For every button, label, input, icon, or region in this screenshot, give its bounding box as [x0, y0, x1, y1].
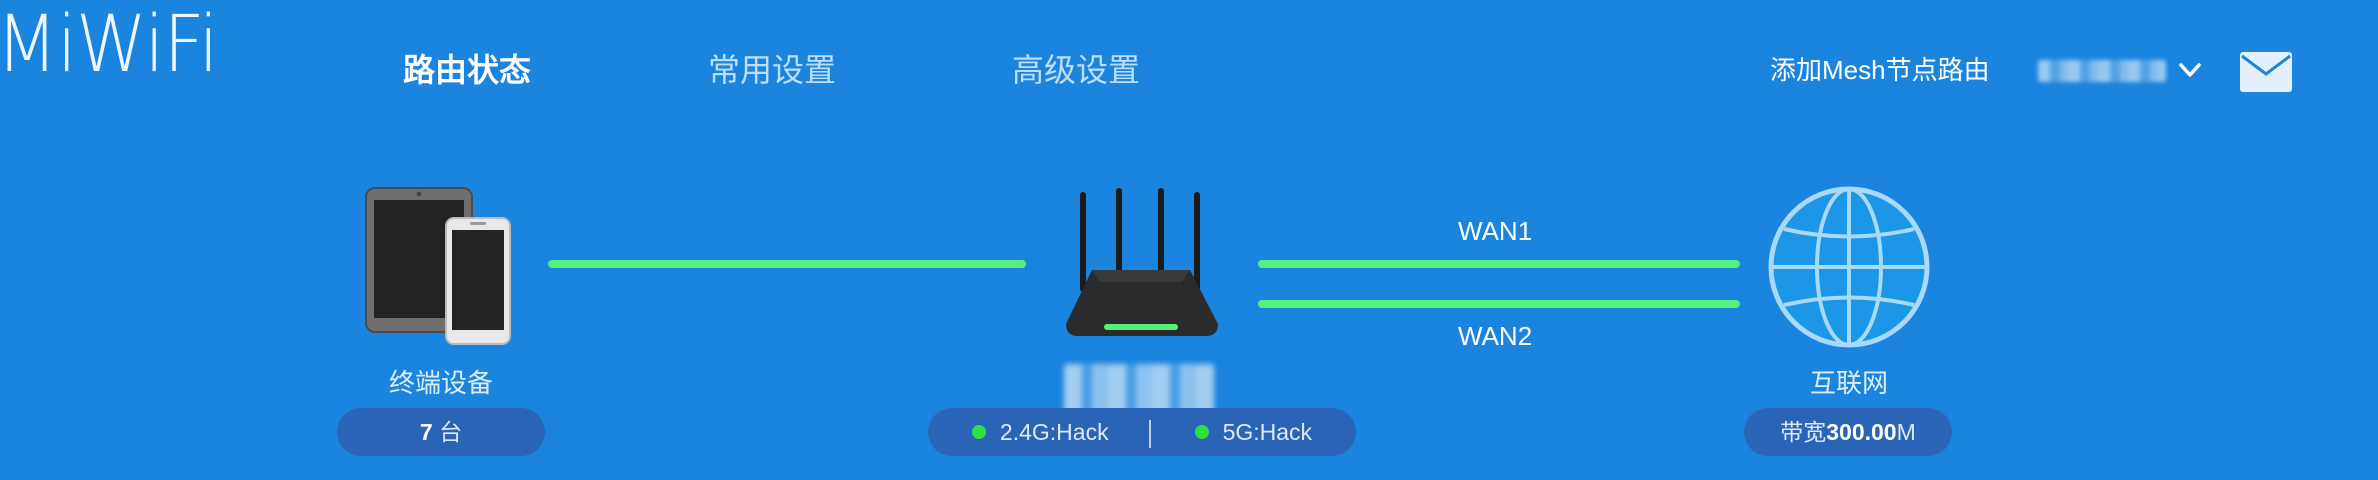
tab-common-settings[interactable]: 常用设置 — [708, 50, 836, 90]
wan2-label: WAN2 — [1458, 321, 1533, 351]
client-devices-icon[interactable] — [364, 184, 514, 346]
client-devices-label: 终端设备 — [388, 368, 493, 398]
client-link-line — [548, 260, 1026, 268]
wifi-5g-label: 5G:Hack — [1222, 419, 1313, 445]
router-name-blurred — [1064, 364, 1214, 414]
bandwidth-unit: M — [1896, 419, 1916, 445]
globe-icon[interactable] — [1766, 184, 1932, 350]
client-count-badge[interactable]: 7 台 — [337, 408, 545, 456]
client-count-unit: 台 — [439, 419, 463, 445]
add-mesh-node-link[interactable]: 添加Mesh节点路由 — [1770, 52, 1990, 88]
router-icon[interactable] — [1058, 186, 1224, 344]
tab-router-status[interactable]: 路由状态 — [403, 50, 531, 90]
internet-label: 互联网 — [1809, 368, 1888, 398]
wan2-link-line — [1258, 300, 1740, 308]
wan1-label: WAN1 — [1458, 216, 1533, 246]
wifi-5g-status-dot — [1194, 424, 1209, 439]
wan1-link-line — [1258, 260, 1740, 268]
bandwidth-badge[interactable]: 带宽300.00M — [1744, 408, 1952, 456]
wifi-24g-status-dot — [971, 424, 986, 439]
wifi-status-badge[interactable]: 2.4G:Hack 5G:Hack — [928, 408, 1356, 456]
chevron-down-icon[interactable] — [2176, 56, 2204, 84]
bandwidth-prefix: 带宽 — [1780, 419, 1827, 445]
mail-icon[interactable] — [2240, 52, 2292, 92]
tab-advanced-settings[interactable]: 高级设置 — [1012, 50, 1140, 90]
miwifi-logo: MiWiFi — [0, 0, 219, 90]
wifi-24g-label: 2.4G:Hack — [999, 419, 1109, 445]
client-count-value: 7 — [419, 419, 433, 445]
divider — [1148, 419, 1151, 448]
router-name-blurred — [2038, 60, 2166, 82]
bandwidth-value: 300.00 — [1826, 419, 1897, 445]
